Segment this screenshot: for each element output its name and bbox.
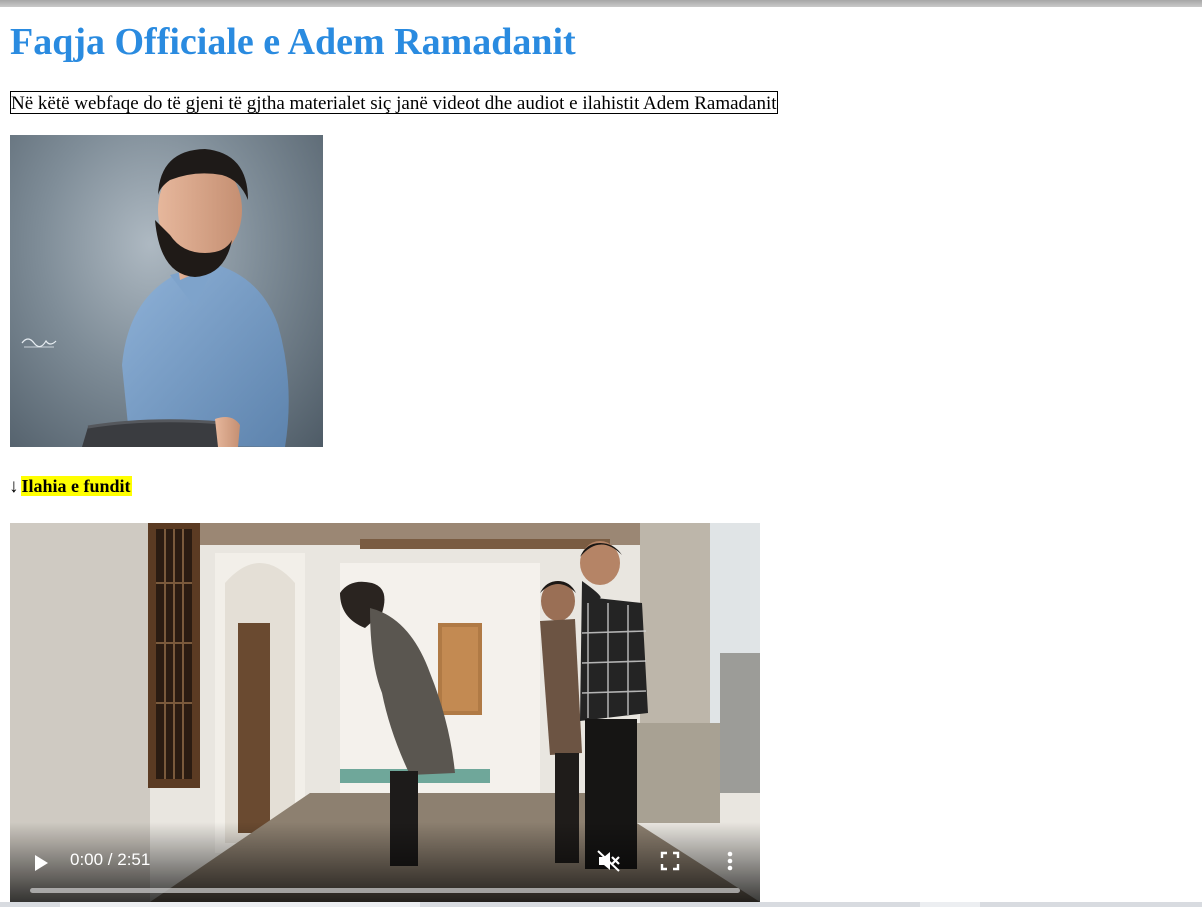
page-title: Faqja Officiale e Adem Ramadanit: [10, 21, 576, 63]
video-controls: 0:00 / 2:51: [10, 822, 760, 902]
browser-top-strip: [0, 0, 1202, 7]
portrait-illustration: [21, 149, 289, 447]
video-player[interactable]: 0:00 / 2:51: [10, 523, 760, 902]
signature-logo: [21, 338, 57, 348]
browser-bottom-strip: [0, 902, 1202, 907]
down-arrow-icon: ↓: [9, 476, 19, 497]
video-time-display: 0:00 / 2:51: [70, 850, 151, 869]
video-progress-bar[interactable]: [30, 888, 740, 893]
volume-muted-icon[interactable]: [597, 850, 621, 872]
portrait-image: [10, 135, 323, 447]
latest-ilahi-label: Ilahia e fundit: [20, 476, 132, 496]
play-icon[interactable]: [32, 854, 50, 872]
fullscreen-icon[interactable]: [660, 851, 680, 871]
section-heading: ↓ Ilahia e fundit: [9, 474, 132, 499]
more-vert-icon[interactable]: [722, 850, 738, 872]
intro-text: Në këtë webfaqe do të gjeni të gjtha mat…: [10, 91, 778, 114]
